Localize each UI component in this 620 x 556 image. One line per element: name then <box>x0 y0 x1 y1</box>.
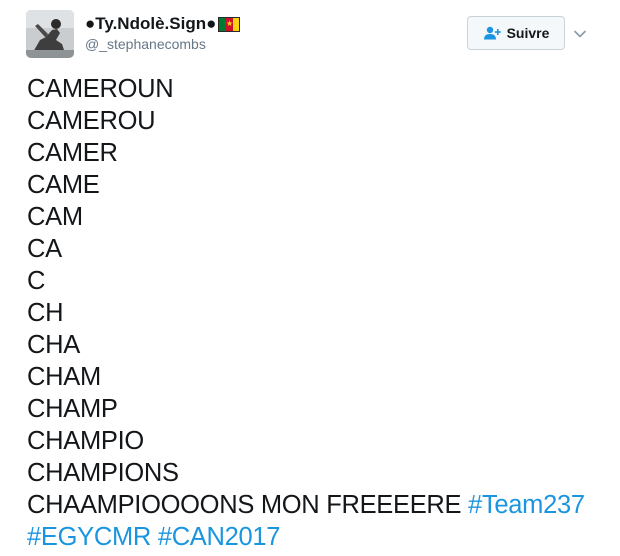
tweet-line: CHAM <box>27 363 101 391</box>
user-handle[interactable]: @_stephanecombs <box>85 35 240 53</box>
tweet-line: CAME <box>27 171 100 199</box>
tweet-line: CAMEROUN <box>27 75 174 103</box>
tweet-line: CH <box>27 299 64 327</box>
tweet-line-final: CHAAMPIOOOONS MON FREEEERE #Team237 <box>27 489 597 521</box>
hashtag-link[interactable]: #EGYCMR <box>27 523 151 551</box>
tweet-line: CA <box>27 235 62 263</box>
cameroon-flag-icon: ★ <box>218 16 241 32</box>
tweet-header: ●Ty.Ndolè.Sign● ★ @_stephanecombs Suivre <box>26 10 594 60</box>
follow-button[interactable]: Suivre <box>467 16 565 50</box>
tweet-line: CAMER <box>27 139 118 167</box>
tweet-line: C <box>27 267 46 295</box>
tweet-line: CHAMPIO <box>27 427 144 455</box>
hashtag-link[interactable]: #CAN2017 <box>158 523 281 551</box>
hashtag-link[interactable]: #Team237 <box>468 491 585 519</box>
tweet-line: CAM <box>27 203 83 231</box>
user-names: ●Ty.Ndolè.Sign● ★ @_stephanecombs <box>85 14 241 53</box>
tweet-line-text: CHAAMPIOOOONS MON FREEEERE <box>27 491 462 519</box>
tweet-line: CHAMP <box>27 395 118 423</box>
chevron-down-icon[interactable] <box>573 27 587 41</box>
display-name-text: ●Ty.Ndolè.Sign● <box>85 14 217 33</box>
avatar[interactable] <box>26 10 74 58</box>
tweet-line-hashtags: #EGYCMR #CAN2017 <box>27 521 597 553</box>
tweet-line: CHA <box>27 331 80 359</box>
tweet-text: CAMEROUN CAMEROU CAMER CAME CAM CA C CH … <box>27 73 597 553</box>
display-name[interactable]: ●Ty.Ndolè.Sign● ★ <box>85 14 241 34</box>
follow-button-label: Suivre <box>506 25 550 41</box>
avatar-image <box>26 10 74 58</box>
tweet-line: CHAMPIONS <box>27 459 179 487</box>
person-add-icon <box>483 26 501 40</box>
tweet-line: CAMEROU <box>27 107 156 135</box>
